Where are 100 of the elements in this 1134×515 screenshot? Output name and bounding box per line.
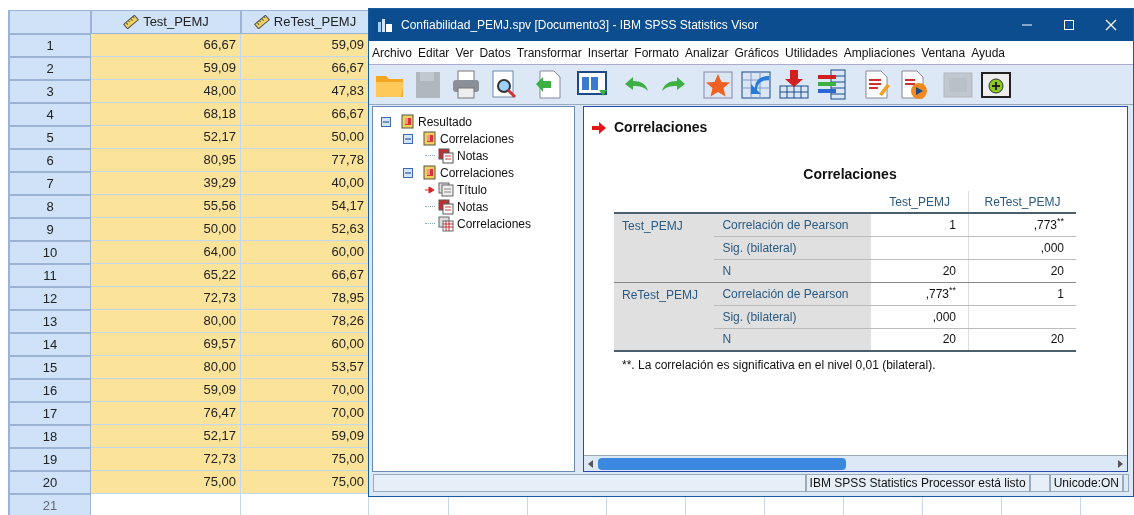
outline-item[interactable]: Correlaciones	[457, 214, 532, 233]
arrow-icon	[592, 121, 606, 134]
data-cell: 78,95	[241, 287, 369, 310]
table-footnote: **. La correlación es significativa en el nivel 0,01 (bilateral).	[621, 357, 937, 374]
outline-item[interactable]: Notas	[457, 197, 489, 216]
data-cell: 72,73	[91, 287, 241, 310]
menu-item[interactable]: Analizar	[682, 41, 732, 64]
data-cell: 53,57	[241, 356, 369, 379]
data-cell: 68,18	[91, 103, 241, 126]
row-number[interactable]: 6	[9, 149, 91, 172]
row-number[interactable]: 12	[9, 287, 91, 310]
row-label: N	[714, 259, 872, 282]
data-cell: 40,00	[241, 172, 369, 195]
menu-item[interactable]: Archivo	[369, 41, 415, 64]
horizontal-scrollbar[interactable]	[584, 455, 1127, 471]
menu-item[interactable]: Ventana	[918, 41, 969, 64]
close-icon	[1105, 19, 1117, 31]
column-header[interactable]: ReTest_PEMJ	[241, 10, 369, 34]
data-cell: 80,00	[91, 310, 241, 333]
data-cell: 59,09	[241, 425, 369, 448]
row-number[interactable]: 11	[9, 264, 91, 287]
data-cell: 80,95	[91, 149, 241, 172]
menu-item[interactable]: Formato	[631, 41, 683, 64]
menu-item[interactable]: Ver	[452, 41, 477, 64]
row-label: Correlación de Pearson	[714, 213, 872, 236]
data-cell: 52,17	[91, 126, 241, 149]
table-cell: 1	[871, 213, 969, 236]
ruler-icon	[253, 15, 270, 29]
data-cell: 59,09	[91, 379, 241, 402]
data-cell: 76,47	[91, 402, 241, 425]
maximize-icon	[1063, 19, 1075, 31]
data-cell: 60,00	[241, 333, 369, 356]
outline-item[interactable]: Correlaciones	[440, 163, 515, 182]
menu-item[interactable]: Ayuda	[968, 41, 1008, 64]
row-number[interactable]: 1	[9, 34, 91, 57]
table-cell: ,000	[871, 305, 969, 328]
row-number[interactable]: 18	[9, 425, 91, 448]
table-cell: 20	[968, 259, 1076, 282]
menu-item[interactable]: Editar	[415, 41, 453, 64]
menu-item[interactable]: Transformar	[513, 41, 585, 64]
menu-item[interactable]: Datos	[476, 41, 514, 64]
row-number[interactable]: 20	[9, 471, 91, 494]
window-title: Confiabilidad_PEMJ.spv [Documento3] - IBM SPSS Statistics Visor	[401, 17, 760, 34]
row-number[interactable]: 17	[9, 402, 91, 425]
data-cell: 75,00	[91, 471, 241, 494]
title-document-icon	[438, 181, 454, 198]
app-icon	[377, 17, 393, 33]
menu-item[interactable]: Utilidades	[782, 41, 841, 64]
notes-icon	[438, 198, 454, 215]
data-cell: 66,67	[91, 34, 241, 57]
collapse-toggle-icon[interactable]	[403, 133, 413, 144]
data-cell: 78,26	[241, 310, 369, 333]
notes-icon	[438, 147, 454, 164]
column-header: Test_PEMJ	[871, 191, 969, 213]
row-number[interactable]: 2	[9, 57, 91, 80]
row-number[interactable]: 8	[9, 195, 91, 218]
row-number[interactable]: 7	[9, 172, 91, 195]
outline-item[interactable]: Correlaciones	[440, 129, 515, 148]
data-cell: 66,67	[241, 264, 369, 287]
data-cell: 72,73	[91, 448, 241, 471]
column-header[interactable]: Test_PEMJ	[91, 10, 241, 34]
table-cell: ,773$^{**}$	[968, 213, 1076, 236]
row-number[interactable]: 21	[9, 494, 91, 515]
data-cell: 52,17	[91, 425, 241, 448]
arrow-down-grid-icon[interactable]	[777, 67, 811, 102]
outline-item[interactable]: Título	[457, 180, 487, 199]
table-cell: 20	[871, 328, 969, 351]
table-cell: 20	[968, 328, 1076, 351]
row-number[interactable]: 19	[9, 448, 91, 471]
scroll-thumb[interactable]	[598, 457, 846, 470]
menu-item[interactable]: Ampliaciones	[840, 41, 919, 64]
row-number[interactable]: 16	[9, 379, 91, 402]
menu-item[interactable]: Insertar	[584, 41, 632, 64]
column-header: ReTest_PEMJ	[968, 191, 1076, 213]
row-number[interactable]: 3	[9, 80, 91, 103]
row-number[interactable]: 13	[9, 310, 91, 333]
outline-item[interactable]: Resultado	[418, 112, 473, 131]
collapse-toggle-icon[interactable]	[403, 167, 413, 178]
data-cell: 54,17	[241, 195, 369, 218]
row-number[interactable]: 15	[9, 356, 91, 379]
outline-item[interactable]: Notas	[457, 146, 489, 165]
row-label: Sig. (bilateral)	[714, 236, 872, 259]
row-label: Sig. (bilateral)	[714, 305, 872, 328]
row-number[interactable]: 4	[9, 103, 91, 126]
row-number[interactable]: 10	[9, 241, 91, 264]
book-icon	[422, 165, 437, 180]
data-cell: 55,56	[91, 195, 241, 218]
data-cell: 39,29	[91, 172, 241, 195]
columns-grid-icon[interactable]	[815, 67, 849, 102]
collapse-toggle-icon[interactable]	[381, 116, 391, 127]
book-icon	[400, 114, 415, 129]
row-number[interactable]: 5	[9, 126, 91, 149]
data-cell: 75,00	[241, 471, 369, 494]
row-number[interactable]: 9	[9, 218, 91, 241]
row-number[interactable]: 14	[9, 333, 91, 356]
table-document-icon	[438, 215, 454, 232]
menu-item[interactable]: Gráficos	[731, 41, 783, 64]
data-cell: 64,00	[91, 241, 241, 264]
data-cell: 50,00	[91, 218, 241, 241]
book-icon	[422, 131, 437, 146]
